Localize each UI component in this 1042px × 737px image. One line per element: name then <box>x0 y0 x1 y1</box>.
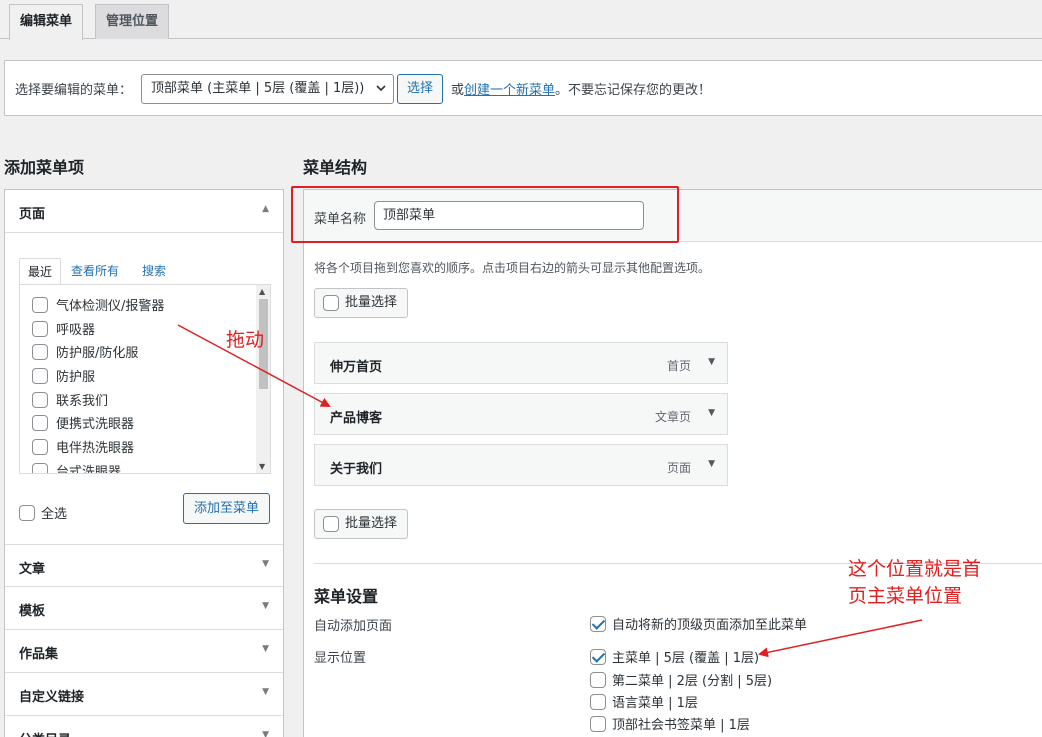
location-arrow <box>758 619 923 658</box>
drag-arrow <box>177 324 331 407</box>
annotation-arrows <box>177 324 923 658</box>
